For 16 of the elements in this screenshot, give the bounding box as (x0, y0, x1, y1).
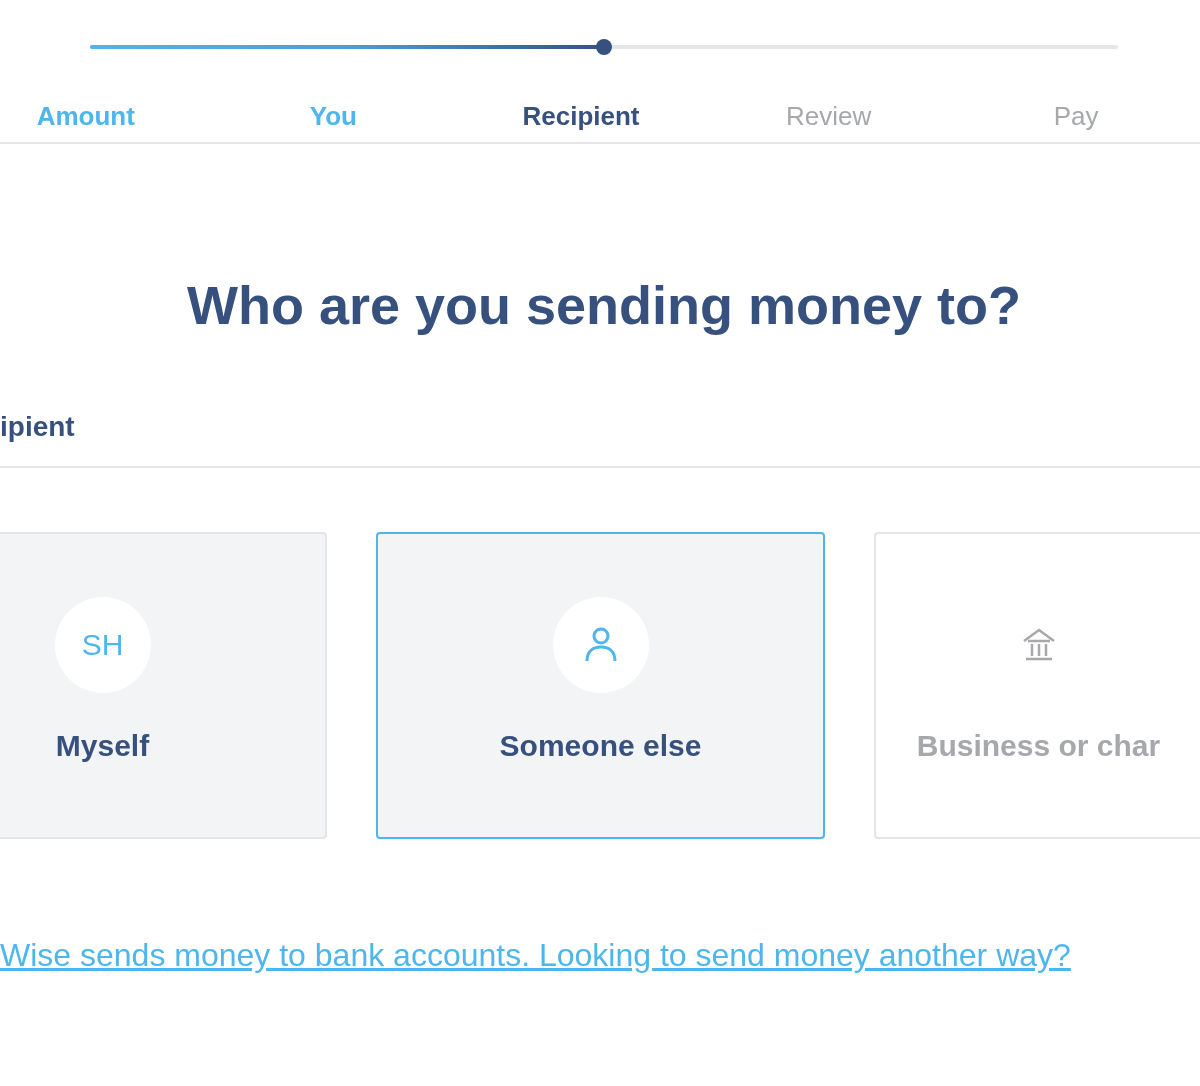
step-label[interactable]: Amount (0, 101, 210, 132)
section-label: ipient (0, 411, 75, 443)
person-icon (583, 627, 618, 663)
bank-icon (1021, 628, 1056, 662)
step-label[interactable]: Pay (952, 101, 1200, 132)
recipient-option-card[interactable]: Someone else (376, 532, 825, 839)
option-label: Someone else (499, 729, 702, 763)
send-another-way-link[interactable]: Wise sends money to bank accounts. Looking to send money another way? (0, 937, 1071, 974)
recipient-option-card[interactable]: SH Myself (0, 532, 327, 839)
option-label: Business or char (916, 729, 1161, 763)
step-label[interactable]: Review (704, 101, 953, 132)
step-label[interactable]: You (209, 101, 458, 132)
avatar-initials: SH (81, 628, 124, 662)
page-heading: Who are you sending money to? (185, 274, 1022, 336)
option-label: Myself (55, 729, 150, 763)
step-label[interactable]: Recipient (457, 101, 705, 132)
